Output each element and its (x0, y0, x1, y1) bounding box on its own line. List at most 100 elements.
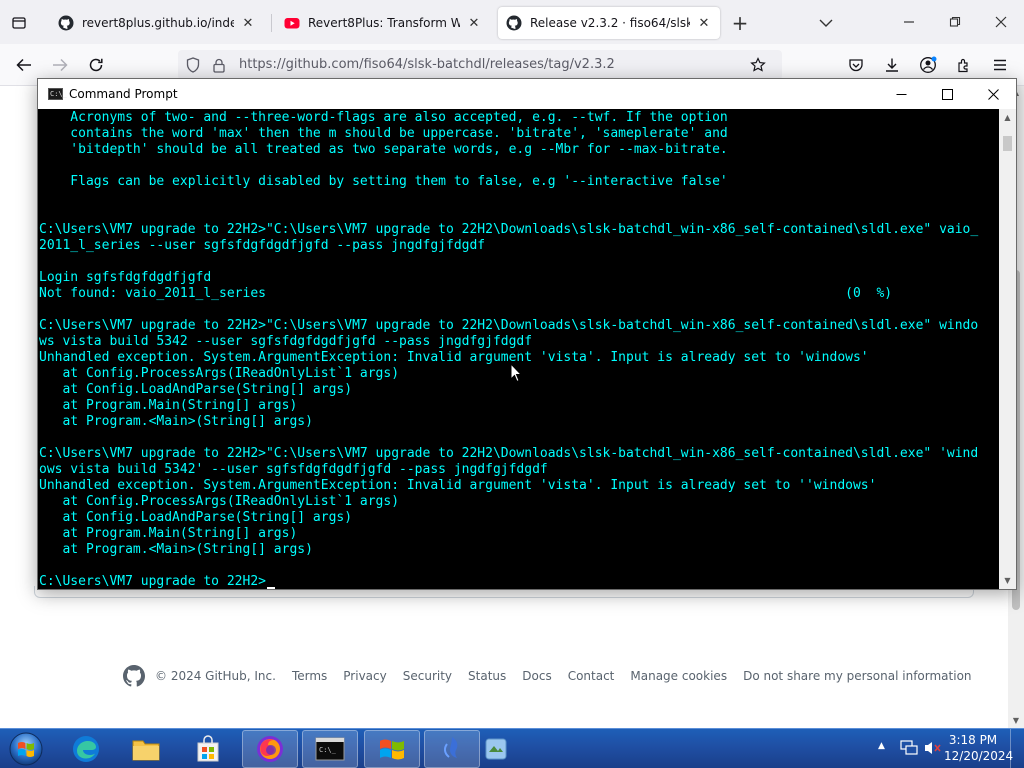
console-line: Unhandled exception. System.ArgumentExce… (39, 478, 877, 493)
command-prompt-window[interactable]: C:\_ Command Prompt Acronyms of two- and… (37, 78, 1017, 590)
cmd-scroll-up-icon[interactable]: ▲ (999, 109, 1016, 126)
tab-release-v232[interactable]: Release v2.3.2 · fiso64/slsk-batc ✕ (498, 7, 720, 39)
console-line: at Program.<Main>(String[] args) (39, 542, 313, 557)
console-line: contains the word 'max' then the m shoul… (39, 126, 728, 141)
console-line: C:\Users\VM7 upgrade to 22H2>"C:\Users\V… (39, 446, 979, 461)
close-tab-icon[interactable]: ✕ (696, 15, 712, 31)
close-tab-icon[interactable]: ✕ (466, 15, 482, 31)
console-line: Not found: vaio_2011_l_series (0 %) (39, 286, 893, 301)
console-line: 2011_l_series --user sgfsfdgfdgdfjgfd --… (39, 238, 486, 253)
system-clock[interactable]: 3:18 PM 12/20/2024 (944, 732, 1014, 764)
forward-icon[interactable] (46, 52, 74, 78)
bookmark-star-icon[interactable] (748, 56, 768, 74)
mouse-cursor-icon (510, 362, 523, 383)
new-tab-icon[interactable]: + (728, 10, 752, 36)
tab-divider (271, 14, 272, 32)
console-line: at Config.ProcessArgs(IReadOnlyList`1 ar… (39, 366, 400, 381)
windows-tool-icon[interactable] (364, 730, 420, 768)
cmd-window-title: Command Prompt (69, 87, 178, 101)
tab-revert8plus-youtube[interactable]: Revert8Plus: Transform Window ✕ (276, 7, 490, 39)
restore-icon[interactable] (938, 8, 972, 36)
clock-date: 12/20/2024 (944, 749, 1014, 763)
console-line: Flags can be explicitly disabled by sett… (39, 174, 728, 189)
menu-icon[interactable] (988, 53, 1012, 77)
file-explorer-icon[interactable] (118, 730, 174, 768)
console-cursor (266, 587, 275, 589)
volume-muted-icon[interactable] (924, 740, 942, 759)
tab-title: revert8plus.github.io/index.htm (82, 16, 234, 30)
microsoft-store-icon[interactable] (180, 730, 236, 768)
url-bar[interactable]: https://github.com/fiso64/slsk-batchdl/r… (178, 50, 782, 80)
console-line: C:\Users\VM7 upgrade to 22H2>"C:\Users\V… (39, 222, 979, 237)
back-icon[interactable] (10, 52, 38, 78)
cmd-close-icon[interactable] (970, 79, 1016, 109)
console-line: C:\Users\VM7 upgrade to 22H2>"C:\Users\V… (39, 318, 979, 333)
cmd-app-icon: C:\_ (48, 88, 67, 100)
app-icon-blue[interactable] (478, 730, 514, 768)
downloads-icon[interactable] (880, 53, 904, 77)
tab-bar: revert8plus.github.io/index.htm ✕ Revert… (0, 0, 1024, 44)
cmd-maximize-icon[interactable] (924, 79, 970, 109)
github-icon (506, 15, 522, 31)
footer-link-manage-cookies[interactable]: Manage cookies (630, 669, 727, 683)
reload-icon[interactable] (82, 52, 110, 78)
minimize-icon[interactable] (892, 8, 926, 36)
github-footer: © 2024 GitHub, Inc. Terms Privacy Securi… (123, 664, 972, 688)
footer-link-status[interactable]: Status (468, 669, 506, 683)
tab-title: Release v2.3.2 · fiso64/slsk-batc (530, 16, 690, 30)
console-line: C:\Users\VM7 upgrade to 22H2> (39, 574, 266, 589)
console-line: ows vista build 5342' --user sgfsfdgfdgd… (39, 462, 548, 477)
show-desktop-button[interactable] (1010, 729, 1024, 768)
console-line: at Config.LoadAndParse(String[] args) (39, 382, 353, 397)
close-window-icon[interactable] (984, 8, 1018, 36)
pocket-icon[interactable] (844, 53, 868, 77)
copyright-text: © 2024 GitHub, Inc. (155, 669, 276, 683)
console-line: at Config.LoadAndParse(String[] args) (39, 510, 353, 525)
account-icon[interactable] (916, 53, 940, 77)
svg-text:C:\_: C:\_ (319, 746, 337, 754)
youtube-icon (284, 15, 300, 31)
app-icon-purple[interactable] (424, 730, 480, 768)
cmd-minimize-icon[interactable] (878, 79, 924, 109)
footer-link-terms[interactable]: Terms (292, 669, 327, 683)
github-logo-icon[interactable] (123, 665, 145, 687)
cmd-title-bar[interactable]: C:\_ Command Prompt (38, 79, 1016, 109)
tab-revert8plus-index[interactable]: revert8plus.github.io/index.htm ✕ (50, 7, 264, 39)
start-button-icon[interactable] (0, 730, 52, 768)
lock-icon[interactable] (210, 56, 228, 74)
url-text: https://github.com/fiso64/slsk-batchdl/r… (239, 57, 615, 72)
firefox-icon[interactable] (242, 730, 298, 768)
console-line: at Program.Main(String[] args) (39, 526, 298, 541)
footer-link-do-not-share[interactable]: Do not share my personal information (743, 669, 971, 683)
console-line: Acronyms of two- and --three-word-flags … (39, 110, 728, 125)
footer-link-contact[interactable]: Contact (568, 669, 615, 683)
show-hidden-icons-icon[interactable]: ▲ (878, 741, 885, 751)
console-line: Login sgfsfdgfdgdfjgfd (39, 270, 212, 285)
cmd-scrollbar[interactable]: ▲ ▼ (999, 109, 1016, 589)
taskbar: C:\_ ▲ 3:18 PM 12/20/2024 (0, 728, 1024, 768)
footer-link-security[interactable]: Security (403, 669, 452, 683)
command-prompt-taskbar-icon[interactable]: C:\_ (302, 730, 358, 768)
console-line: ws vista build 5342 --user sgfsfdgfdgdfj… (39, 334, 533, 349)
edge-icon[interactable] (58, 730, 114, 768)
shield-icon[interactable] (184, 56, 202, 74)
console-output[interactable]: Acronyms of two- and --three-word-flags … (39, 109, 999, 589)
console-line: at Program.<Main>(String[] args) (39, 414, 313, 429)
github-icon (58, 15, 74, 31)
extensions-icon[interactable] (952, 53, 976, 77)
scroll-down-arrow-icon[interactable]: ▼ (1008, 714, 1024, 728)
tab-title: Revert8Plus: Transform Window (308, 16, 460, 30)
network-icon[interactable] (900, 740, 918, 759)
cmd-scroll-thumb[interactable] (1003, 136, 1012, 151)
close-tab-icon[interactable]: ✕ (240, 15, 256, 31)
console-line: Unhandled exception. System.ArgumentExce… (39, 350, 869, 365)
console-line: 'bitdepth' should be all treated as two … (39, 142, 728, 157)
console-line: at Program.Main(String[] args) (39, 398, 298, 413)
tab-list-icon[interactable] (6, 12, 32, 34)
cmd-scroll-down-icon[interactable]: ▼ (999, 572, 1016, 589)
console-line: at Config.ProcessArgs(IReadOnlyList`1 ar… (39, 494, 400, 509)
clock-time: 3:18 PM (948, 733, 998, 747)
footer-link-docs[interactable]: Docs (522, 669, 551, 683)
footer-link-privacy[interactable]: Privacy (343, 669, 386, 683)
list-all-tabs-icon[interactable] (814, 10, 838, 36)
